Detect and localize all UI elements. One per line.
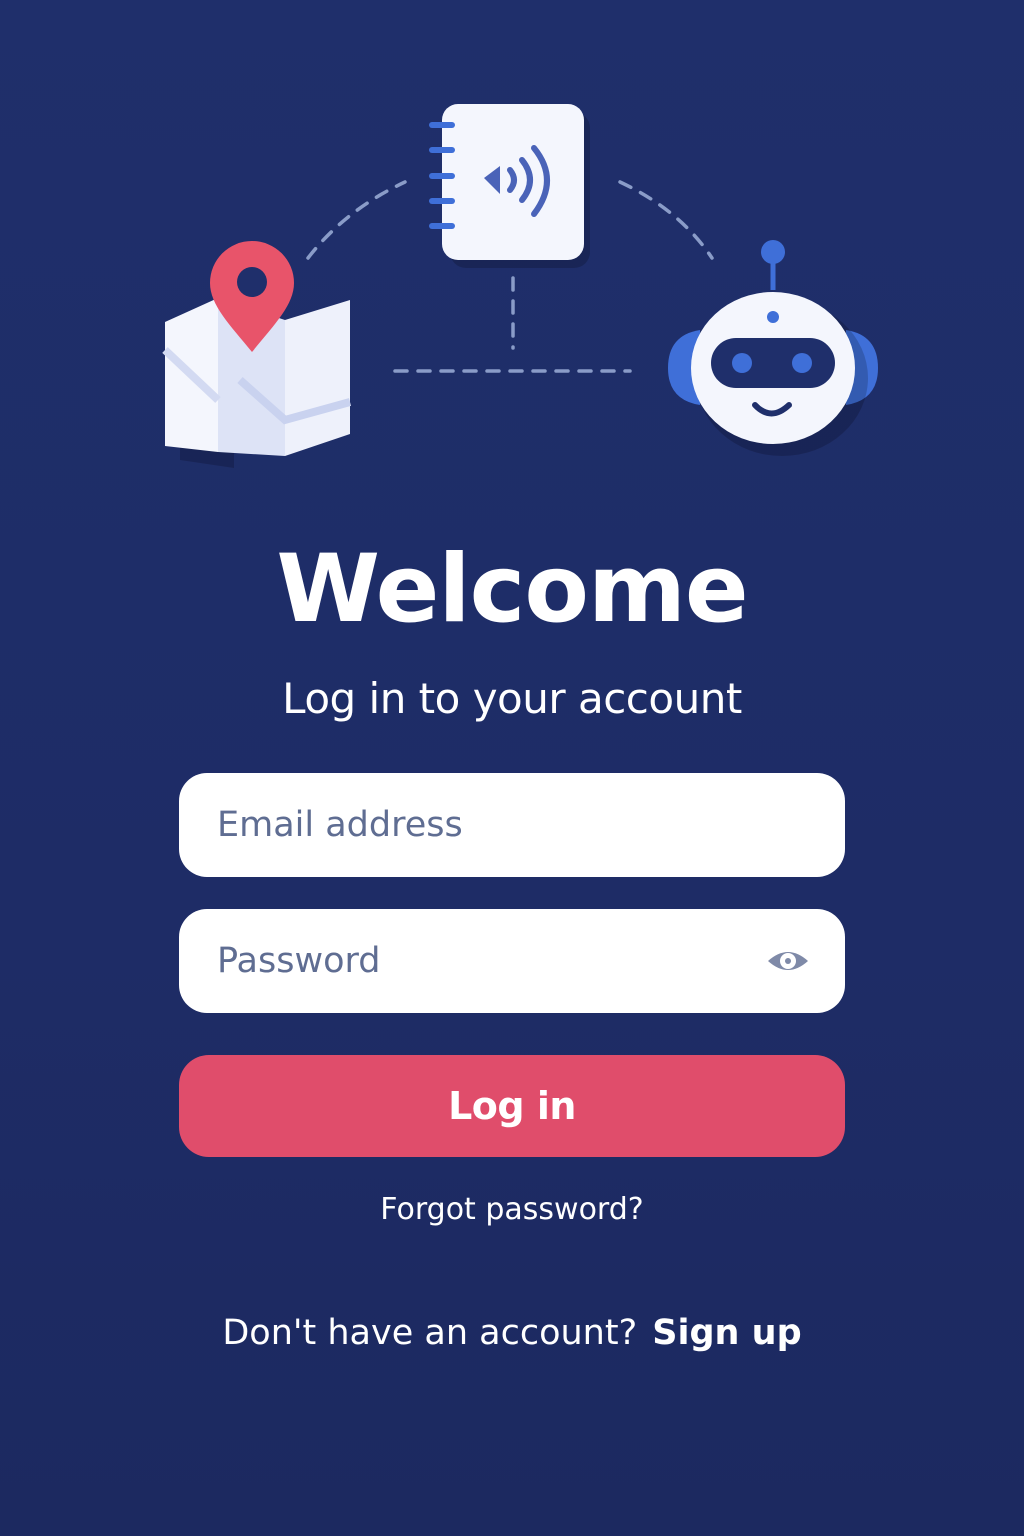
password-field[interactable] [179,909,845,1013]
password-input[interactable] [217,909,757,1013]
audio-notebook-icon [429,104,590,268]
map-pin-icon [162,241,352,468]
page-subtitle: Log in to your account [282,674,742,723]
page-title: Welcome [276,535,748,644]
login-button[interactable]: Log in [179,1055,845,1157]
eye-icon[interactable] [767,945,809,977]
signup-prompt: Don't have an account? [222,1313,638,1353]
forgot-password-link[interactable]: Forgot password? [0,1190,1024,1230]
email-field[interactable] [179,773,845,877]
email-input[interactable] [217,773,757,877]
hero-illustration [162,104,878,468]
signup-link[interactable]: Sign up [652,1313,801,1353]
signup-row: Don't have an account? Sign up [0,1310,1024,1356]
robot-icon [668,240,878,456]
